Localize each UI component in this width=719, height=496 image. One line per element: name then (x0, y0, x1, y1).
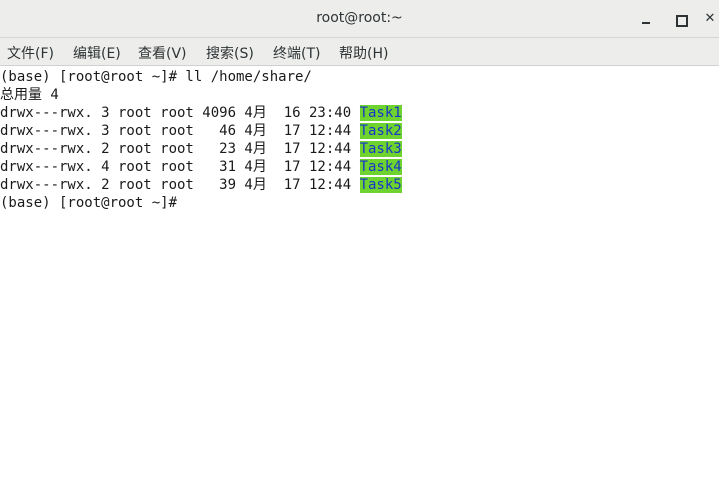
menu-file[interactable]: 文件(F) (7, 43, 54, 63)
total-line: 总用量 4 (0, 87, 59, 103)
menu-help[interactable]: 帮助(H) (339, 43, 388, 63)
listing-row: drwx---rwx. 3 root root 4096 4月 16 23:40… (0, 104, 402, 122)
listing-row: drwx---rwx. 4 root root 31 4月 17 12:44 T… (0, 158, 402, 176)
listing-row-info: drwx---rwx. 3 root root 46 4月 17 12:44 (0, 123, 360, 139)
prompt-line: (base) [root@root ~]# (0, 195, 186, 211)
directory-name: Task1 (359, 105, 402, 121)
menu-search[interactable]: 搜索(S) (206, 43, 254, 63)
menu-edit[interactable]: 编辑(E) (73, 43, 121, 63)
window-title: root@root:~ (316, 10, 403, 26)
close-icon[interactable]: ✕ (700, 9, 719, 29)
listing-row: drwx---rwx. 2 root root 39 4月 17 12:44 T… (0, 176, 402, 194)
terminal-output[interactable]: (base) [root@root ~]# ll /home/share/ 总用… (0, 67, 719, 496)
listing-row-info: drwx---rwx. 4 root root 31 4月 17 12:44 (0, 159, 360, 175)
menu-bar: 文件(F) 编辑(E) 查看(V) 搜索(S) 终端(T) 帮助(H) (0, 38, 719, 66)
maximize-icon[interactable] (670, 9, 690, 29)
directory-name: Task3 (359, 141, 402, 157)
listing-row-info: drwx---rwx. 2 root root 39 4月 17 12:44 (0, 177, 360, 193)
listing-row-info: drwx---rwx. 3 root root 4096 4月 16 23:40 (0, 105, 360, 121)
listing-row: drwx---rwx. 3 root root 46 4月 17 12:44 T… (0, 122, 402, 140)
directory-name: Task4 (359, 159, 402, 175)
menu-terminal[interactable]: 终端(T) (273, 43, 320, 63)
minimize-icon[interactable] (636, 9, 656, 29)
title-bar[interactable]: root@root:~ ✕ (0, 0, 719, 38)
listing-row-info: drwx---rwx. 2 root root 23 4月 17 12:44 (0, 141, 360, 157)
directory-name: Task5 (359, 177, 402, 193)
menu-view[interactable]: 查看(V) (138, 43, 187, 63)
directory-name: Task2 (359, 123, 402, 139)
command-line: (base) [root@root ~]# ll /home/share/ (0, 69, 312, 85)
listing-row: drwx---rwx. 2 root root 23 4月 17 12:44 T… (0, 140, 402, 158)
terminal-window: root@root:~ ✕ 文件(F) 编辑(E) 查看(V) 搜索(S) 终端… (0, 0, 719, 496)
